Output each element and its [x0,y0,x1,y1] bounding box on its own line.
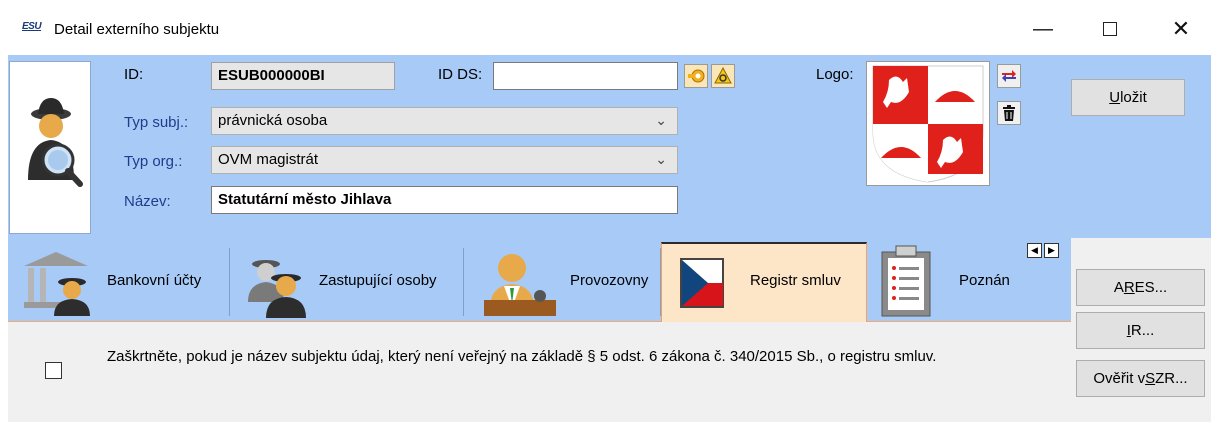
tab-label: Poznán [959,272,1010,289]
nazev-label: Název: [124,193,171,210]
tab-scroll-controls: ◀ ▶ [1027,243,1059,258]
overit-szr-button[interactable]: Ověřit v S ZR... [1076,360,1205,397]
scroll-left-icon[interactable]: ◀ [1027,243,1042,258]
ares-label-pre: A [1113,279,1124,296]
minimize-button[interactable]: — [1028,14,1058,44]
idds-field[interactable] [493,62,678,90]
tab-label: Registr smluv [750,272,841,289]
chevron-down-icon: ⌄ [655,112,667,128]
delete-logo-button[interactable] [997,101,1021,125]
office-icon [484,254,556,316]
save-label-accesskey: U [1109,89,1121,106]
typ-subj-value: právnická osoba [218,112,328,129]
logo-image[interactable] [866,61,990,186]
person-search-icon [28,98,83,187]
logo-label: Logo: [816,66,854,83]
save-label-post: ložit [1120,89,1147,106]
typ-org-value: OVM magistrát [218,151,319,168]
idds-label: ID DS: [438,66,483,83]
registr-smluv-panel [8,322,1071,422]
close-icon: ✕ [1171,16,1191,41]
tab-provozovny[interactable]: Provozovny [464,242,661,322]
transfer-icon [1002,70,1016,82]
overit-label-pre: Ověřit v [1093,370,1146,387]
databox-button[interactable] [684,64,708,88]
minimize-icon: — [1033,17,1053,40]
save-button[interactable]: Uložit [1071,79,1185,116]
nazev-field[interactable]: Statutární město Jihlava [211,186,678,214]
persons-icon [248,260,306,318]
databox-search-button[interactable] [711,64,735,88]
nonpublic-name-notice: Zaškrtněte, pokud je název subjektu údaj… [107,348,937,365]
warning-search-icon [714,67,732,84]
app-logo-icon: ESU [22,21,42,32]
coat-of-arms-icon [872,65,984,183]
overit-label-post: ZR... [1155,370,1188,387]
id-label: ID: [124,66,144,83]
tab-label: Provozovny [570,272,649,289]
ir-button[interactable]: I R... [1076,312,1205,349]
typ-org-select[interactable]: OVM magistrát ⌄ [211,146,678,174]
tab-zastupujici-osoby[interactable]: Zastupující osoby [230,242,464,322]
ares-button[interactable]: A R ES... [1076,269,1205,306]
ares-label-accesskey: R [1123,279,1135,296]
clipboard-icon [881,245,931,317]
nonpublic-name-checkbox[interactable] [45,362,62,379]
tab-bankovni-ucty[interactable]: Bankovní účty [8,242,230,322]
title-bar: ESU Detail externího subjektu — ✕ [0,0,1211,48]
typ-subj-label: Typ subj.: [124,114,189,131]
maximize-button[interactable] [1095,14,1125,44]
bank-icon [24,252,90,316]
mail-horn-icon [688,69,705,83]
id-field: ESUB000000BI [211,62,395,90]
tab-poznamky[interactable]: Poznán [868,242,1023,322]
overit-label-accesskey: S [1145,370,1156,387]
typ-org-label: Typ org.: [124,153,183,170]
tab-label: Zastupující osoby [319,272,437,289]
subject-portrait [9,61,91,234]
ir-label-post: R... [1130,322,1155,339]
tab-registr-smluv[interactable]: Registr smluv [661,242,867,322]
close-button[interactable]: ✕ [1166,14,1196,44]
typ-subj-select[interactable]: právnická osoba ⌄ [211,107,678,135]
window-title: Detail externího subjektu [54,21,220,38]
tab-label: Bankovní účty [107,272,202,289]
trash-icon [1003,105,1015,121]
scroll-right-icon[interactable]: ▶ [1044,243,1059,258]
ares-label-post: ES... [1134,279,1168,296]
maximize-icon [1103,22,1117,36]
flag-icon [680,258,724,308]
chevron-down-icon: ⌄ [655,151,667,167]
import-logo-button[interactable] [997,64,1021,88]
